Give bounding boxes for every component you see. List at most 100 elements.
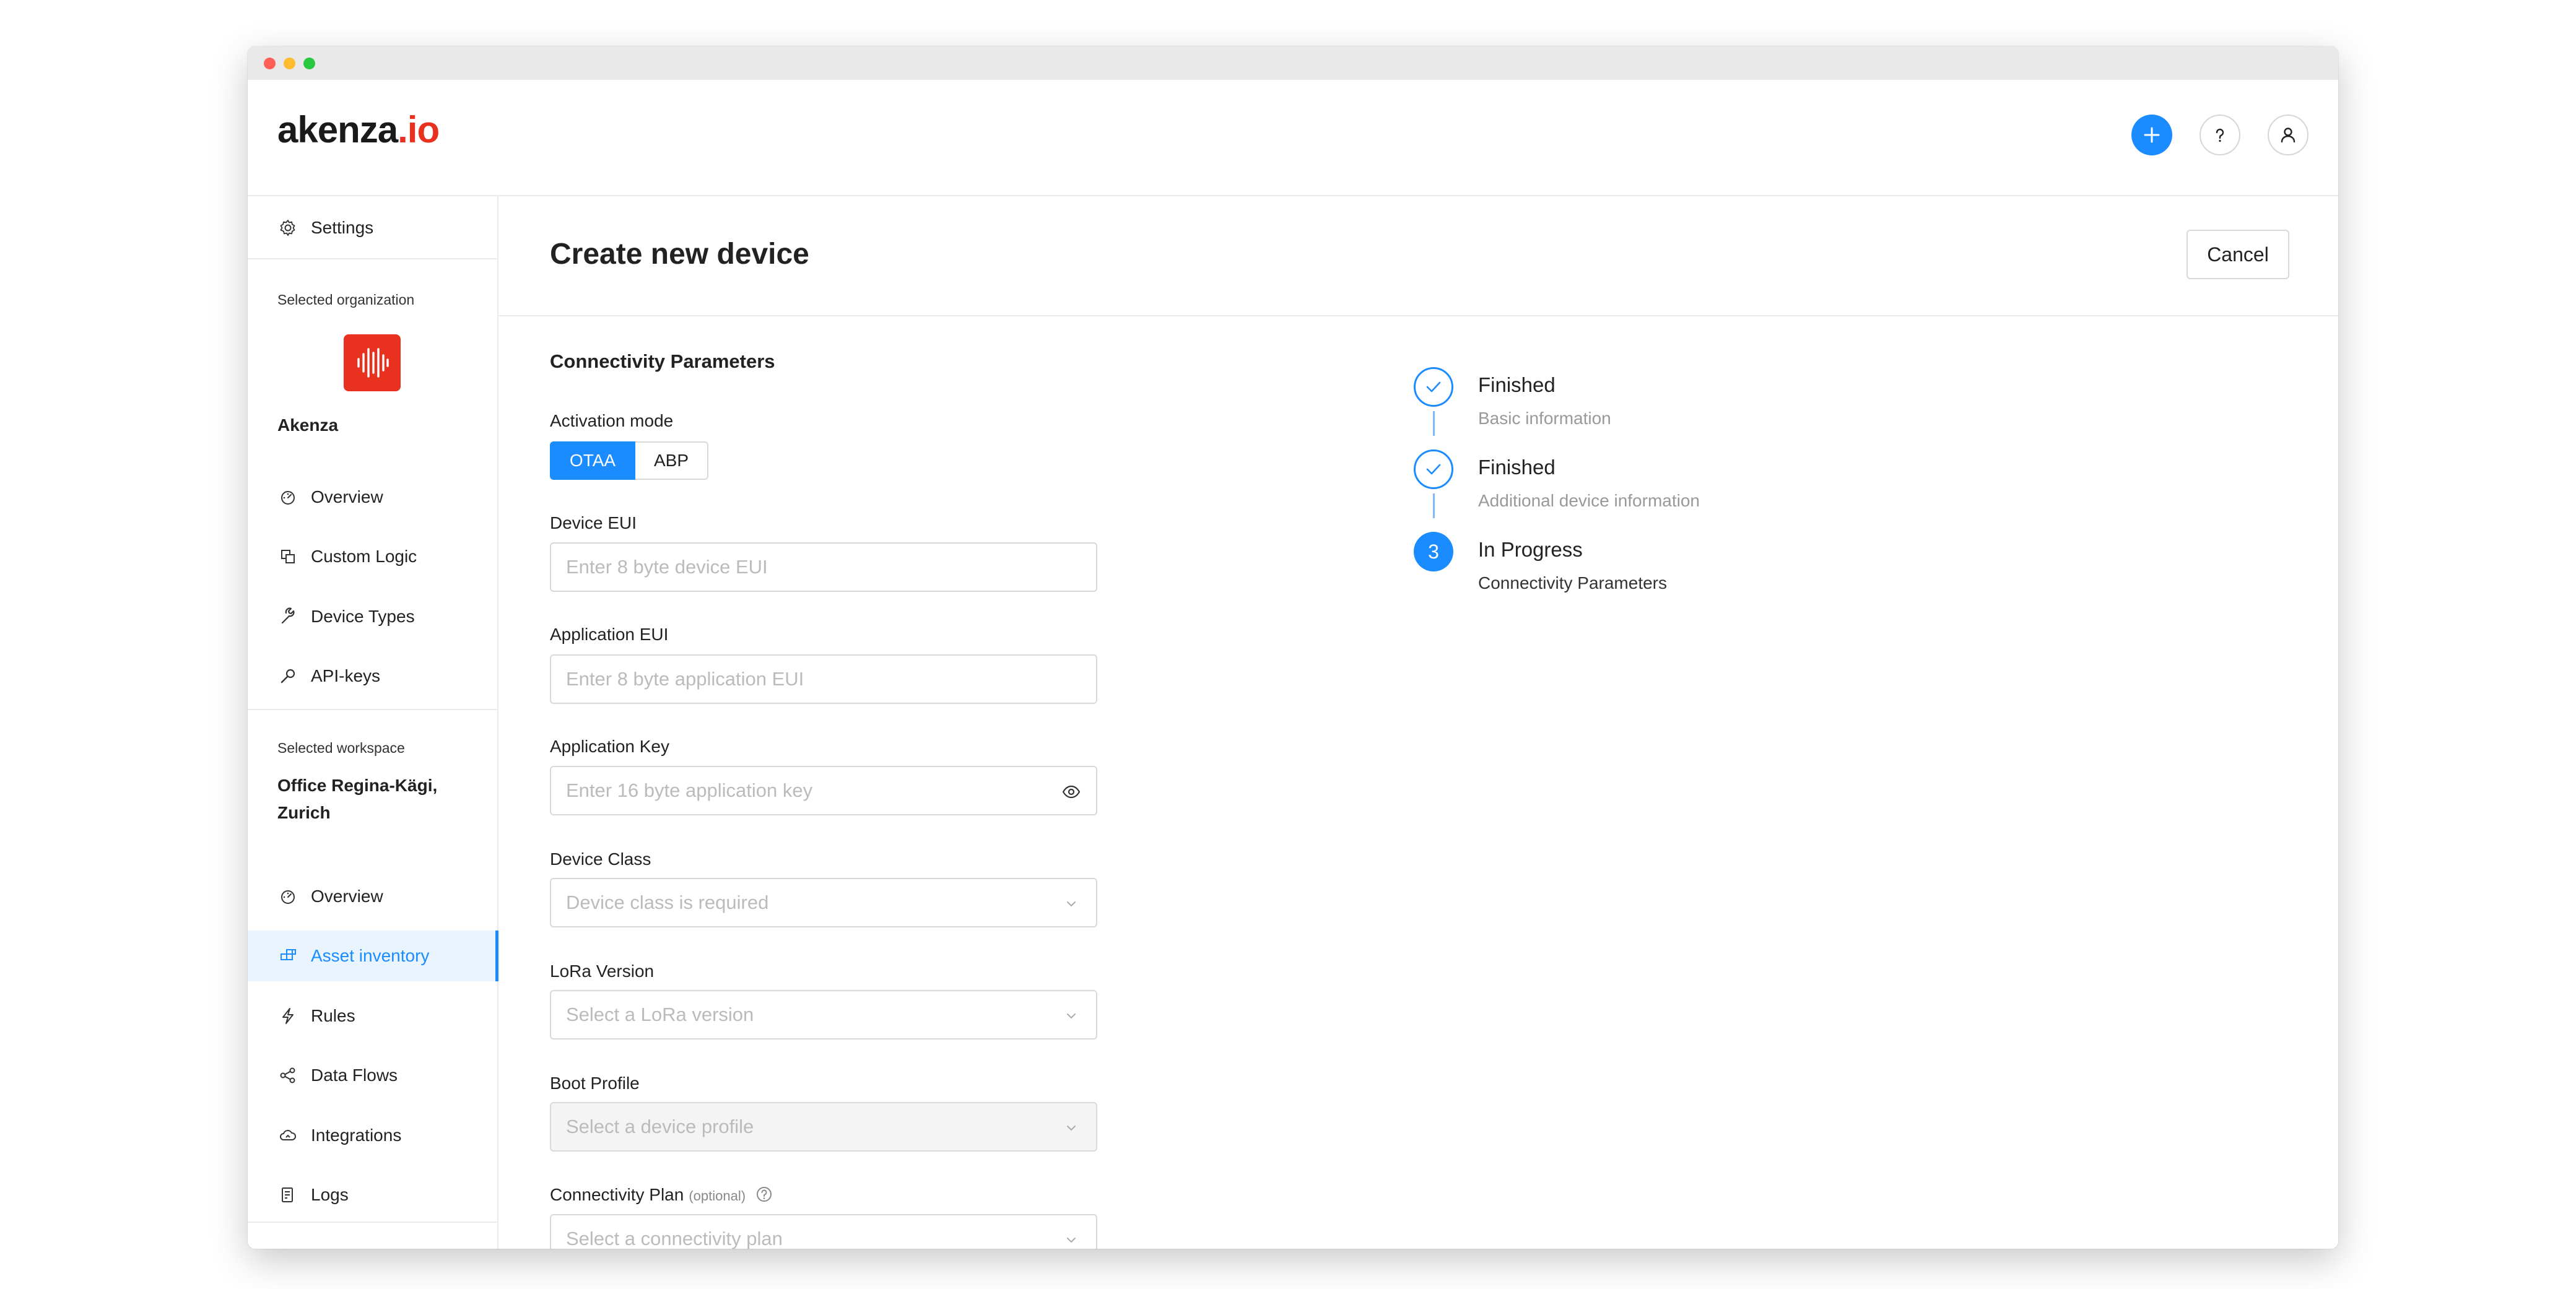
sidebar-item-device-types[interactable]: Device Types — [248, 591, 497, 642]
sidebar-item-label: Asset inventory — [311, 946, 430, 965]
akenza-logo[interactable]: akenza.io — [277, 108, 440, 151]
application-key-input[interactable]: Enter 16 byte application key — [550, 766, 1097, 815]
org-heading: Selected organization — [277, 292, 415, 308]
check-icon — [1426, 381, 1441, 393]
device-class-select[interactable]: Device class is required — [550, 878, 1097, 927]
sidebar-divider — [248, 709, 497, 710]
sidebar-item-api-keys[interactable]: API-keys — [248, 651, 497, 701]
sidebar-item-settings[interactable]: Settings — [248, 202, 497, 253]
application-eui-input[interactable]: Enter 8 byte application EUI — [550, 654, 1097, 704]
title-divider — [498, 315, 2338, 316]
user-icon — [2281, 128, 2295, 143]
connectivity-plan-label-text: Connectivity Plan — [550, 1185, 684, 1204]
sidebar-item-label: Data Flows — [311, 1065, 398, 1085]
soundwave-logo-icon — [357, 348, 389, 378]
chevron-down-icon — [1061, 1006, 1081, 1026]
logo-main-text: akenza — [277, 109, 398, 150]
dashboard-icon — [277, 487, 298, 508]
user-menu-button[interactable] — [2268, 115, 2308, 155]
close-window-dot[interactable] — [264, 58, 276, 69]
optional-tag: (optional) — [689, 1188, 746, 1204]
step-1-status: Finished — [1478, 373, 1556, 396]
step-3-status: In Progress — [1478, 538, 1583, 561]
application-eui-placeholder: Enter 8 byte application EUI — [566, 668, 804, 690]
activation-mode-label: Activation mode — [550, 411, 674, 430]
workspace-name-line: Zurich — [277, 803, 331, 822]
sidebar-item-integrations[interactable]: Integrations — [248, 1110, 497, 1161]
lora-version-select[interactable]: Select a LoRa version — [550, 990, 1097, 1039]
connectivity-plan-select[interactable]: Select a connectivity plan — [550, 1214, 1097, 1249]
step-3-name: Connectivity Parameters — [1478, 573, 1668, 592]
sidebar-item-label: Settings — [311, 218, 374, 237]
minimize-window-dot[interactable] — [284, 58, 295, 69]
sidebar-item-org-overview[interactable]: Overview — [248, 472, 497, 523]
add-button[interactable] — [2131, 115, 2172, 155]
sidebar-item-logs[interactable]: Logs — [248, 1170, 497, 1220]
step-connector — [1433, 493, 1435, 518]
connectivity-plan-label: Connectivity Plan (optional) — [550, 1185, 773, 1205]
wrench-icon — [277, 606, 298, 627]
inventory-icon — [277, 945, 298, 966]
help-button[interactable] — [2200, 115, 2240, 155]
abp-option[interactable]: ABP — [635, 441, 708, 480]
step-number: 3 — [1428, 540, 1439, 563]
log-icon — [277, 1184, 298, 1205]
eye-icon[interactable] — [1061, 782, 1081, 802]
question-icon — [2216, 128, 2224, 142]
sidebar-divider — [248, 1222, 497, 1223]
share-icon — [277, 1065, 298, 1086]
copy-icon — [277, 546, 298, 567]
device-eui-input[interactable]: Enter 8 byte device EUI — [550, 542, 1097, 592]
step-2-name: Additional device information — [1478, 491, 1700, 510]
activation-mode-toggle: OTAA ABP — [550, 441, 708, 480]
sidebar-divider — [248, 258, 497, 259]
dashboard-icon — [277, 886, 298, 907]
app-window: akenza.io Settings Selected organization — [248, 46, 2338, 1249]
workspace-heading: Selected workspace — [277, 740, 405, 756]
device-class-label: Device Class — [550, 849, 651, 869]
workspace-name-line: Office Regina-Kägi, — [277, 776, 438, 795]
maximize-window-dot[interactable] — [303, 58, 315, 69]
sidebar-item-label: Overview — [311, 487, 383, 506]
sidebar-item-label: Rules — [311, 1006, 355, 1025]
logo-accent-text: .io — [398, 109, 440, 150]
sidebar: Settings Selected organization Akenza Ov… — [248, 196, 498, 1249]
sidebar-item-asset-inventory[interactable]: Asset inventory — [248, 931, 498, 981]
device-eui-label: Device EUI — [550, 513, 637, 532]
bolt-icon — [277, 1005, 298, 1026]
step-1-indicator — [1414, 367, 1453, 407]
cancel-button[interactable]: Cancel — [2187, 230, 2289, 279]
sidebar-item-label: Integrations — [311, 1126, 402, 1145]
device-eui-placeholder: Enter 8 byte device EUI — [566, 556, 768, 578]
window-titlebar — [248, 46, 2338, 80]
sidebar-item-custom-logic[interactable]: Custom Logic — [248, 531, 497, 582]
chevron-down-icon — [1061, 1118, 1081, 1138]
check-icon — [1426, 464, 1441, 475]
org-logo — [344, 334, 401, 391]
help-circle-icon[interactable] — [755, 1186, 773, 1203]
boot-profile-label: Boot Profile — [550, 1074, 640, 1093]
sidebar-item-label: Custom Logic — [311, 547, 417, 566]
sidebar-item-label: API-keys — [311, 666, 381, 685]
otaa-option[interactable]: OTAA — [550, 441, 635, 480]
chevron-down-icon — [1061, 894, 1081, 914]
org-name: Akenza — [277, 415, 339, 435]
cloud-icon — [277, 1125, 298, 1146]
application-eui-label: Application EUI — [550, 625, 669, 644]
application-key-placeholder: Enter 16 byte application key — [566, 779, 813, 801]
step-2-indicator — [1414, 449, 1453, 489]
boot-profile-placeholder: Select a device profile — [566, 1116, 754, 1137]
step-2-status: Finished — [1478, 456, 1556, 479]
sidebar-item-data-flows[interactable]: Data Flows — [248, 1050, 497, 1101]
boot-profile-select[interactable]: Select a device profile — [550, 1102, 1097, 1152]
sidebar-item-rules[interactable]: Rules — [248, 991, 497, 1041]
sidebar-item-label: Logs — [311, 1185, 349, 1204]
sidebar-item-label: Device Types — [311, 607, 415, 626]
sidebar-item-workspace-overview[interactable]: Overview — [248, 871, 497, 922]
key-icon — [277, 666, 298, 687]
device-class-placeholder: Device class is required — [566, 892, 769, 913]
gear-icon — [277, 217, 298, 238]
page-title: Create new device — [550, 238, 809, 271]
chevron-down-icon — [1061, 1230, 1081, 1249]
step-1-name: Basic information — [1478, 409, 1611, 428]
